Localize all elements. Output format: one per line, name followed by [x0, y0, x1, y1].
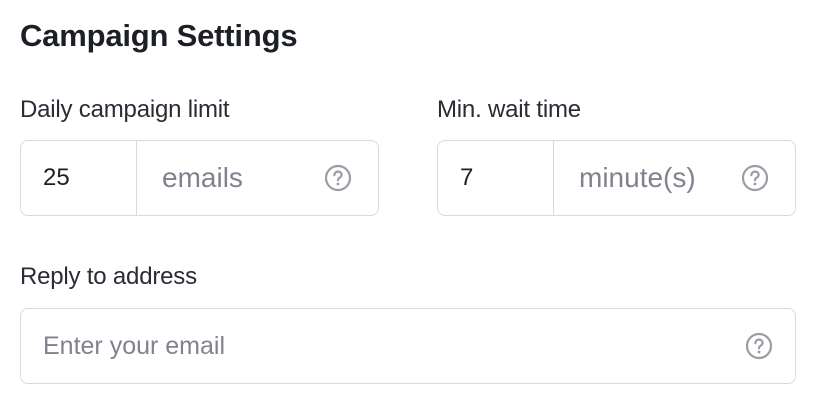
- help-circle-icon[interactable]: [324, 164, 352, 192]
- min-wait-label: Min. wait time: [437, 96, 581, 123]
- daily-limit-unit: emails: [162, 162, 243, 193]
- reply-to-placeholder: Enter your email: [43, 331, 226, 360]
- min-wait-input[interactable]: 7: [438, 141, 554, 215]
- help-circle-icon[interactable]: [745, 332, 773, 360]
- min-wait-unit-cell: minute(s): [554, 141, 795, 215]
- section-title: Campaign Settings: [20, 18, 298, 53]
- reply-to-label: Reply to address: [20, 263, 197, 290]
- reply-to-input[interactable]: Enter your email: [20, 308, 796, 384]
- daily-limit-unit-cell: emails: [137, 141, 378, 215]
- min-wait-field: 7 minute(s): [437, 140, 796, 216]
- campaign-settings-panel: Campaign Settings Daily campaign limit 2…: [0, 0, 816, 408]
- help-circle-icon[interactable]: [741, 164, 769, 192]
- daily-limit-field: 25 emails: [20, 140, 379, 216]
- daily-limit-input[interactable]: 25: [21, 141, 137, 215]
- min-wait-unit: minute(s): [579, 162, 696, 193]
- daily-limit-label: Daily campaign limit: [20, 96, 230, 123]
